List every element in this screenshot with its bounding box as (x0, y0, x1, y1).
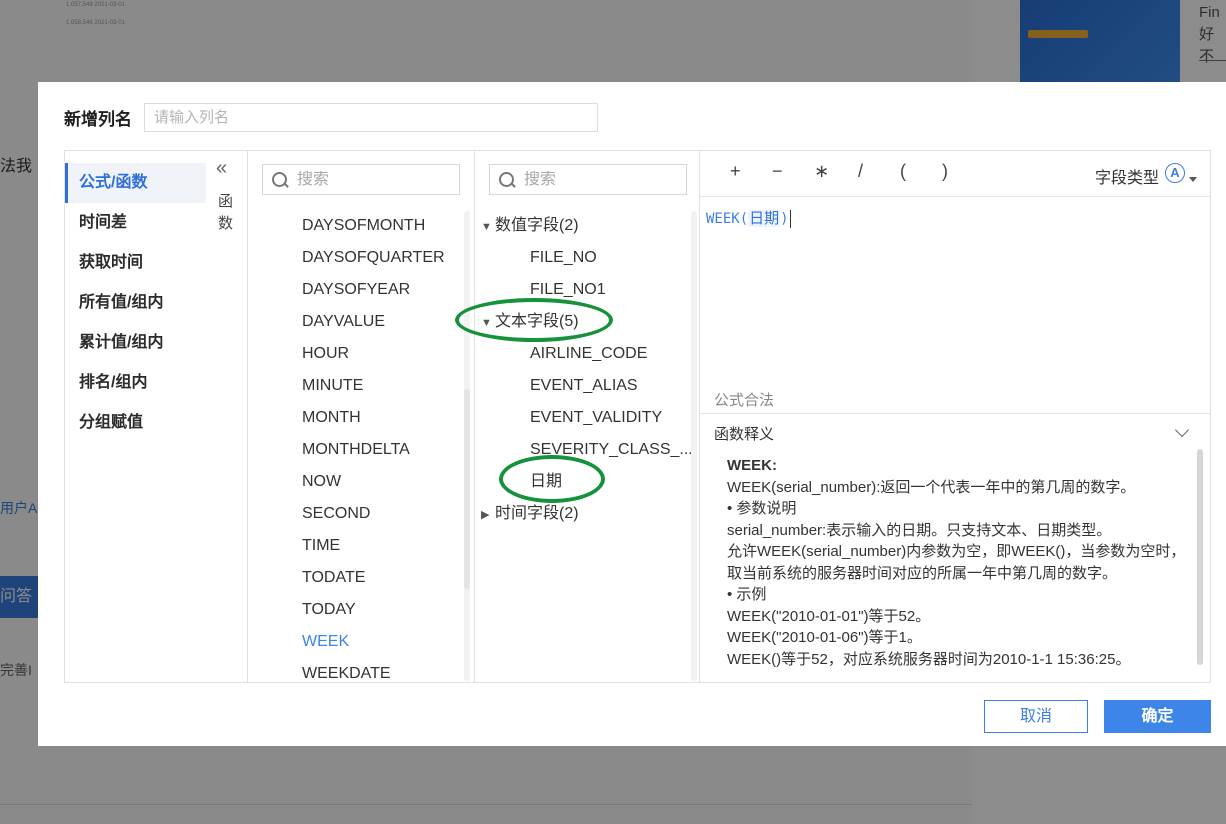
search-icon (271, 171, 289, 189)
column-name-label: 新增列名 (64, 109, 132, 129)
field-item[interactable]: EVENT_VALIDITY (475, 402, 699, 434)
column-name-input[interactable] (144, 102, 598, 132)
function-item-second[interactable]: SECOND (248, 498, 458, 530)
field-item[interactable]: FILE_NO (475, 242, 699, 274)
field-list-column: ▼数值字段(2) FILE_NO FILE_NO1 ▼文本字段(5) AIRLI… (475, 151, 700, 682)
field-group-text[interactable]: ▼ 文本字段(5) (475, 306, 699, 338)
field-item[interactable]: EVENT_ALIAS (475, 370, 699, 402)
field-tree: ▼ 数值字段(2) FILE_NO FILE_NO1 ▼ 文本字段(5) AIRLI… (475, 210, 699, 530)
function-item-daysofmonth[interactable]: DAYSOFMONTH (248, 210, 458, 242)
function-search-input[interactable] (297, 170, 447, 189)
field-item[interactable]: SEVERITY_CLASS_... (475, 434, 699, 466)
function-item-month[interactable]: MONTH (248, 402, 458, 434)
explanation-line: WEEK("2010-01-06")等于1。 (727, 629, 922, 646)
operator-toolbar: + − ∗ / ( ) 字段类型 A (700, 151, 1211, 197)
formula-valid-status: 公式合法 (714, 392, 775, 409)
function-list-scrollbar-thumb[interactable] (464, 389, 470, 589)
explanation-scrollbar-thumb[interactable] (1197, 449, 1203, 665)
function-list-column: DAYSOFMONTHDAYSOFQUARTERDAYSOFYEARDAYVAL… (248, 151, 475, 682)
double-chevron-left-icon[interactable]: « (216, 157, 227, 180)
function-item-todate[interactable]: TODATE (248, 562, 458, 594)
formula-editor: + − ∗ / ( ) 字段类型 A WEEK(日期) 公式合法 函数释义 WE… (700, 151, 1211, 682)
category-time-diff[interactable]: 时间差 (65, 203, 206, 243)
function-item-weekdate[interactable]: WEEKDATE (248, 658, 458, 682)
formula-field-token[interactable]: 日期 (748, 210, 781, 227)
explanation-line: serial_number:表示输入的日期。只支持文本、日期类型。 (727, 521, 1112, 539)
add-column-dialog: 新增列名 公式/函数 时间差 获取时间 所有值/组内 累计值/组内 排名/组内 … (38, 82, 1226, 746)
category-cumulative[interactable]: 累计值/组内 (65, 323, 206, 363)
function-collapse-strip: « 函数 (206, 151, 248, 682)
function-item-week[interactable]: WEEK (248, 626, 458, 658)
cancel-button[interactable]: 取消 (984, 700, 1088, 733)
function-list: DAYSOFMONTH DAYSOFQUARTER DAYSOFYEAR DAYVAL… (248, 210, 458, 682)
left-paren-button[interactable]: ( (900, 161, 906, 182)
category-get-time[interactable]: 获取时间 (65, 243, 206, 283)
category-all-values[interactable]: 所有值/组内 (65, 283, 206, 323)
field-list-scrollbar-track (691, 211, 697, 681)
function-explanation-header[interactable]: 函数释义 (700, 413, 1211, 449)
function-item-daysofyear[interactable]: DAYSOFYEAR (248, 274, 458, 306)
formula-panel: 公式/函数 时间差 获取时间 所有值/组内 累计值/组内 排名/组内 分组赋值 … (64, 150, 1211, 683)
function-item-minute[interactable]: MINUTE (248, 370, 458, 402)
explanation-line: WEEK("2010-01-01")等于52。 (727, 607, 931, 625)
explanation-line: • 示例 (727, 586, 767, 603)
field-item[interactable]: AIRLINE_CODE (475, 338, 699, 370)
field-item[interactable]: FILE_NO1 (475, 274, 699, 306)
search-icon (498, 171, 516, 189)
function-item-time[interactable]: TIME (248, 530, 458, 562)
caret-down-icon[interactable] (1189, 177, 1197, 182)
function-item-dayvalue[interactable]: DAYVALUE (248, 306, 458, 338)
collapse-label: 函数 (218, 193, 234, 232)
column-name-row: 新增列名 (64, 102, 598, 132)
minus-operator-button[interactable]: − (772, 161, 783, 182)
function-search-box (262, 164, 460, 195)
field-group-time[interactable]: ▶ 时间字段(2) (475, 498, 699, 530)
plus-operator-button[interactable]: + (730, 161, 741, 182)
formula-function-token: WEEK( (706, 211, 749, 227)
function-item-monthdelta[interactable]: MONTHDELTA (248, 434, 458, 466)
field-group-numeric[interactable]: ▼ 数值字段(2) (475, 210, 699, 242)
divide-operator-button[interactable]: / (858, 161, 863, 182)
field-search-input[interactable] (524, 170, 674, 189)
explanation-line: 允许WEEK(serial_number)内参数为空，即WEEK()，当参数为空… (727, 543, 1186, 582)
formula-close-token: ) (780, 211, 789, 227)
field-search-box (489, 164, 687, 195)
explanation-line: • 参数说明 (727, 500, 797, 517)
category-formula-function[interactable]: 公式/函数 (65, 163, 206, 203)
category-list: 公式/函数 时间差 获取时间 所有值/组内 累计值/组内 排名/组内 分组赋值 (65, 151, 206, 682)
caret-down-icon: ▼ (481, 221, 492, 233)
explanation-line: WEEK()等于52，对应系统服务器时间为2010-1-1 15:36:25。 (727, 650, 1131, 668)
function-item-hour[interactable]: HOUR (248, 338, 458, 370)
explanation-heading: WEEK: (727, 457, 777, 474)
text-cursor (789, 210, 791, 228)
field-type-a-icon[interactable]: A (1165, 163, 1185, 183)
category-group-assign[interactable]: 分组赋值 (65, 403, 206, 443)
formula-code-area[interactable]: WEEK(日期) (706, 207, 791, 228)
category-rank[interactable]: 排名/组内 (65, 363, 206, 403)
caret-right-icon: ▶ (481, 509, 490, 521)
confirm-button[interactable]: 确定 (1104, 700, 1211, 733)
right-paren-button[interactable]: ) (942, 161, 948, 182)
chevron-down-icon[interactable] (1174, 422, 1190, 438)
explanation-line: WEEK(serial_number):返回一个代表一年中的第几周的数字。 (727, 478, 1136, 496)
function-item-daysofquarter[interactable]: DAYSOFQUARTER (248, 242, 458, 274)
function-item-now[interactable]: NOW (248, 466, 458, 498)
field-type-label: 字段类型 (1094, 170, 1159, 187)
function-item-today[interactable]: TODAY (248, 594, 458, 626)
function-explanation-body: WEEK: WEEK(serial_number):返回一个代表一年中的第几周的… (727, 455, 1187, 682)
caret-down-icon: ▼ (481, 317, 492, 329)
field-item-date[interactable]: 日期 (475, 466, 699, 498)
function-explanation-title: 函数释义 (714, 426, 775, 443)
multiply-operator-button[interactable]: ∗ (814, 161, 829, 182)
